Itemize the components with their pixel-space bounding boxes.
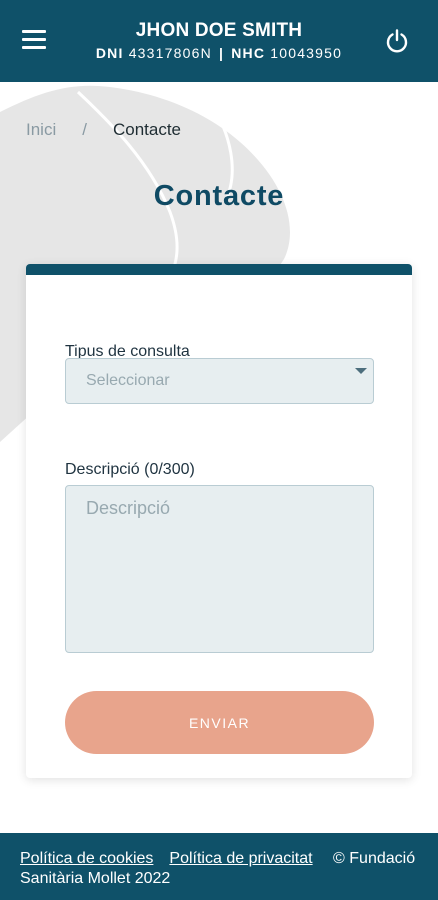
cookies-policy-link[interactable]: Política de cookies [20, 850, 153, 867]
dni-value: 43317806N [128, 45, 212, 61]
select-placeholder: Seleccionar [86, 372, 170, 389]
breadcrumb: Inici / Contacte [26, 120, 181, 140]
breadcrumb-home-link[interactable]: Inici [26, 120, 56, 139]
nhc-label: NHC [231, 45, 266, 61]
footer: Política de cookies Política de privacita… [0, 833, 438, 900]
send-button[interactable]: ENVIAR [65, 691, 374, 754]
user-name: JHON DOE SMITH [135, 20, 303, 41]
consultation-type-select[interactable]: Seleccionar [65, 358, 374, 404]
contact-form-card: Tipus de consulta Seleccionar Descripció… [26, 264, 412, 778]
caret-down-icon [355, 368, 367, 374]
privacy-policy-link[interactable]: Política de privacitat [169, 850, 312, 867]
description-label: Descripció (0/300) [65, 461, 195, 478]
app-header: JHON DOE SMITH DNI 43317806N | NHC 10043… [0, 0, 438, 82]
id-separator: | [218, 45, 225, 61]
user-ids: DNI 43317806N | NHC 10043950 [0, 45, 438, 61]
nhc-value: 10043950 [270, 45, 343, 61]
breadcrumb-current: Contacte [112, 120, 182, 139]
description-textarea[interactable] [65, 485, 374, 653]
dni-label: DNI [95, 45, 124, 61]
breadcrumb-separator: / [82, 120, 87, 139]
page-title: Contacte [153, 180, 285, 212]
power-icon[interactable] [384, 28, 410, 54]
